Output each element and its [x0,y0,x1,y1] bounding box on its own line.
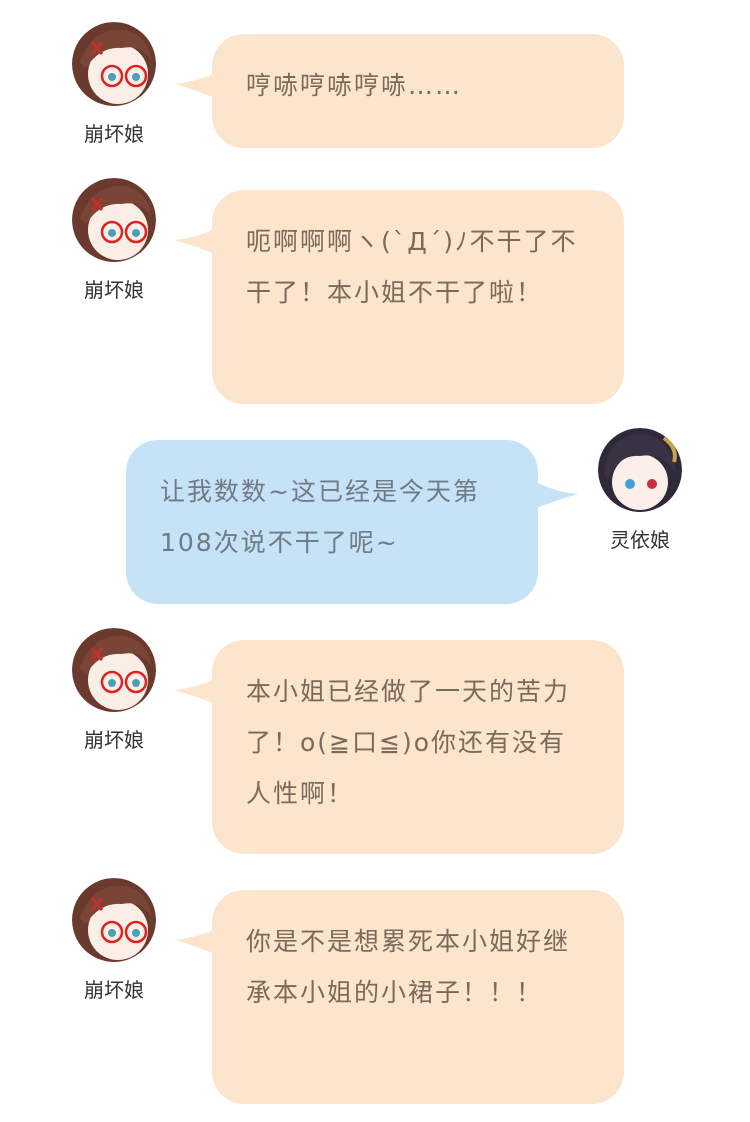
speaker-name: 崩坏娘 [84,978,144,1002]
anime-girl-glasses-avatar-icon [72,878,156,962]
chat-message: 崩坏娘 你是不是想累死本小姐好继承本小姐的小裙子！！！ [0,0,750,1122]
avatar[interactable] [72,878,156,962]
message-bubble: 你是不是想累死本小姐好继承本小姐的小裙子！！！ [212,890,624,1104]
message-text: 你是不是想累死本小姐好继承本小姐的小裙子！！！ [246,927,571,1007]
